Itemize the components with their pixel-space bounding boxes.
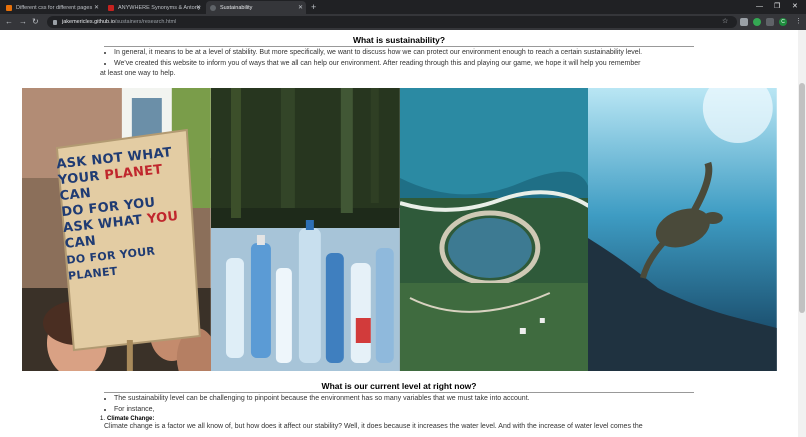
- section-title: What is sustainability?: [352, 35, 446, 45]
- maximize-icon[interactable]: ❐: [774, 1, 780, 13]
- tab-title: Different css for different pages: [16, 4, 93, 11]
- back-arrow-icon[interactable]: ←: [5, 16, 13, 28]
- browser-tab[interactable]: ANYWHERE Synonyms & Antony ✕: [104, 1, 204, 14]
- divider: [104, 392, 694, 393]
- section-title: What is our current level at right now?: [321, 381, 477, 391]
- list-item: For instance,: [114, 405, 694, 416]
- sea-turtle-photo: [588, 88, 777, 371]
- menu-kebab-icon[interactable]: ⋮: [795, 16, 802, 28]
- protest-sign-text: ASK NOT WHAT YOUR PLANET CAN DO FOR YOU …: [56, 143, 204, 284]
- close-icon[interactable]: ✕: [298, 4, 303, 11]
- list-item: In general, it means to be at a level of…: [114, 48, 694, 59]
- plastic-bottles-image: [210, 88, 400, 371]
- close-icon[interactable]: ✕: [94, 4, 99, 11]
- sea-turtle-image: [588, 88, 777, 371]
- extension-icon[interactable]: [753, 18, 761, 26]
- aerial-coastline-image: [399, 88, 589, 371]
- tab-favicon-icon: [6, 4, 12, 11]
- section-what-is-sustainability: What is sustainability? In general, it m…: [100, 35, 694, 80]
- extension-icon[interactable]: [740, 18, 748, 26]
- bookmark-star-icon[interactable]: ☆: [722, 16, 728, 28]
- tab-title: ANYWHERE Synonyms & Antony: [118, 4, 201, 11]
- page-viewport: What is sustainability? In general, it m…: [0, 30, 798, 437]
- new-tab-button[interactable]: +: [311, 1, 316, 13]
- sustainability-photo-strip: ASK NOT WHAT YOUR PLANET CAN DO FOR YOU …: [22, 88, 777, 371]
- section-current-level: What is our current level at right now? …: [100, 381, 694, 433]
- tab-favicon-icon: [108, 4, 114, 11]
- profile-avatar[interactable]: C: [779, 18, 787, 26]
- scrollbar-thumb[interactable]: [799, 83, 805, 313]
- close-window-icon[interactable]: ✕: [792, 1, 798, 13]
- tab-title: Sustainability: [220, 4, 253, 11]
- bullet-list: The sustainability level can be challeng…: [104, 394, 694, 415]
- browser-toolbar: ← → ↻ jakemericles.github.io /sustainers…: [0, 14, 806, 30]
- lock-icon: [53, 19, 57, 25]
- address-bar[interactable]: jakemericles.github.io /sustainers/resea…: [47, 16, 737, 28]
- reload-icon[interactable]: ↻: [32, 16, 39, 28]
- address-path: /sustainers/research.html: [114, 19, 177, 25]
- puzzle-extensions-icon[interactable]: [766, 18, 774, 26]
- aerial-coastline-photo: [399, 88, 589, 371]
- forward-arrow-icon[interactable]: →: [19, 16, 27, 28]
- paragraph-continuation: at least one way to help.: [100, 70, 176, 77]
- climate-change-paragraph: Climate change is a factor we all know o…: [104, 423, 643, 430]
- divider: [104, 46, 694, 47]
- minimize-icon[interactable]: —: [756, 1, 763, 13]
- address-host: jakemericles.github.io: [62, 19, 115, 25]
- list-item: We've created this website to inform you…: [114, 59, 694, 70]
- tab-favicon-icon: [210, 4, 216, 11]
- protest-sign-photo: ASK NOT WHAT YOUR PLANET CAN DO FOR YOU …: [22, 88, 211, 371]
- close-icon[interactable]: ✕: [196, 4, 201, 11]
- plastic-bottles-photo: [210, 88, 400, 371]
- browser-tab[interactable]: Different css for different pages ✕: [2, 1, 102, 14]
- page-scrollbar[interactable]: [798, 30, 806, 437]
- bullet-list: In general, it means to be at a level of…: [104, 48, 694, 69]
- browser-tab-strip: Different css for different pages ✕ ANYW…: [0, 0, 806, 14]
- list-item: The sustainability level can be challeng…: [114, 394, 694, 405]
- browser-tab-active[interactable]: Sustainability ✕: [206, 1, 306, 14]
